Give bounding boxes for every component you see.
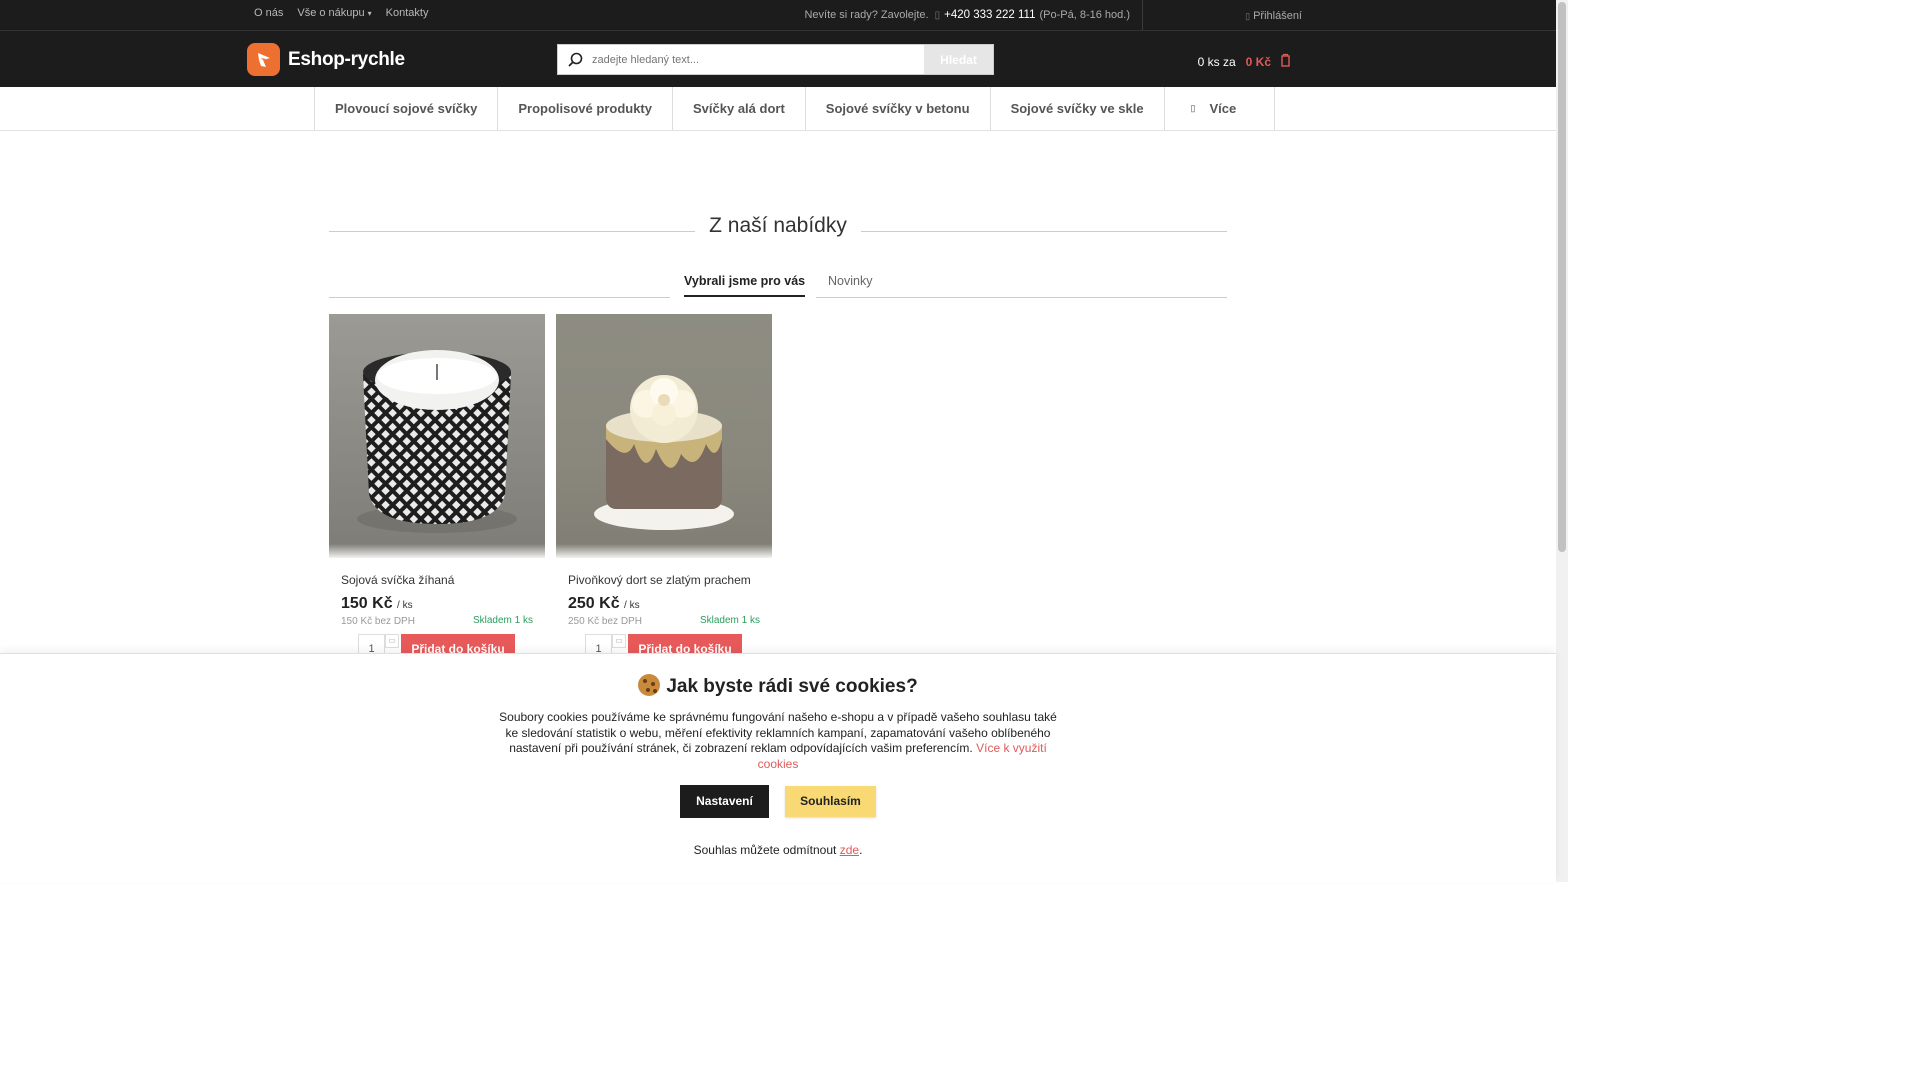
divider	[329, 297, 670, 298]
help-text: Nevíte si rady? Zavolejte.	[804, 9, 929, 21]
logo[interactable]: Eshop-rychle	[247, 43, 405, 76]
tab-new-products[interactable]: Novinky	[828, 274, 872, 288]
top-nav: O nás Vše o nákupu ▾ Kontakty	[254, 7, 428, 19]
tab-recommended[interactable]: Vybrali jsme pro vás	[684, 274, 806, 297]
scrollbar-thumb[interactable]	[1558, 2, 1566, 552]
login-link[interactable]: ▯ Přihlášení	[1245, 10, 1302, 22]
top-link-shopping-info[interactable]: Vše o nákupu ▾	[297, 7, 371, 19]
phone-number[interactable]: +420 333 222 111	[944, 9, 1035, 21]
menu-icon: ▯	[1190, 103, 1196, 113]
help-line: Nevíte si rady? Zavolejte. ▯ +420 333 222…	[804, 9, 1130, 21]
cookie-refuse-line: Souhlas můžete odmítnout zde.	[0, 843, 1556, 857]
search-icon	[558, 52, 592, 68]
stock-status: Skladem 1 ks	[699, 615, 760, 626]
product-price-novat: 150 Kč bez DPH	[341, 616, 415, 627]
search-box: Hledat	[557, 44, 994, 75]
cookie-icon	[638, 674, 661, 696]
product-card: Pivoňkový dort se zlatým prachem 250 Kč …	[556, 314, 772, 664]
cookie-consent-bar: Jak byste rádi své cookies? Soubory cook…	[0, 653, 1556, 882]
divider	[816, 297, 1227, 298]
cart-summary[interactable]: 0 ks za 0 Kč	[1198, 53, 1290, 70]
nav-item-floating-candles[interactable]: Plovoucí sojové svíčky	[315, 87, 499, 130]
product-price: 150 Kč / ks	[341, 595, 413, 613]
nav-item-more[interactable]: ▯ Více	[1165, 87, 1276, 130]
login-label: Přihlášení	[1253, 10, 1302, 22]
cart-price: 0 Kč	[1245, 54, 1271, 69]
product-price-value: 250 Kč	[568, 595, 620, 612]
cookie-text: Soubory cookies používáme ke správnému f…	[494, 710, 1062, 772]
product-price: 250 Kč / ks	[568, 595, 640, 613]
search-button[interactable]: Hledat	[924, 45, 993, 74]
nav-item-glass-candles[interactable]: Sojové svíčky ve skle	[991, 87, 1165, 130]
quantity-stepper[interactable]: ▭	[385, 634, 399, 648]
nav-item-more-label: Více	[1209, 101, 1237, 116]
main-nav: Plovoucí sojové svíčky Propolisové produ…	[314, 87, 1276, 130]
product-image[interactable]	[556, 314, 772, 558]
top-link-contacts[interactable]: Kontakty	[386, 7, 429, 19]
divider	[1142, 0, 1143, 30]
top-link-shopping-info-label: Vše o nákupu	[297, 7, 365, 19]
cart-quantity: 0 ks za	[1197, 54, 1236, 69]
section-header: Z naší nabídky	[329, 212, 1227, 240]
product-price-value: 150 Kč	[341, 595, 393, 612]
scrollbar[interactable]	[1556, 0, 1568, 882]
product-price-novat: 250 Kč bez DPH	[568, 616, 642, 627]
product-unit: / ks	[397, 600, 413, 611]
product-tabs: Vybrali jsme pro vás Novinky	[329, 272, 1227, 298]
cookie-refuse-link[interactable]: zde	[840, 843, 859, 857]
stock-status: Skladem 1 ks	[472, 615, 533, 626]
search-input[interactable]	[592, 45, 924, 74]
support-hours: (Po-Pá, 8-16 hod.)	[1039, 9, 1131, 21]
product-name[interactable]: Sojová svíčka žíhaná	[341, 573, 454, 587]
nav-item-concrete-candles[interactable]: Sojové svíčky v betonu	[806, 87, 991, 130]
header-bar: O nás Vše o nákupu ▾ Kontakty Nevíte si r…	[0, 0, 1556, 87]
chevron-down-icon: ▾	[367, 9, 372, 18]
user-icon: ▯	[1245, 11, 1251, 21]
cart-icon	[1281, 53, 1290, 70]
cookie-agree-button[interactable]: Souhlasím	[785, 786, 876, 817]
phone-icon: ▯	[934, 10, 941, 21]
product-unit: / ks	[624, 600, 640, 611]
cookie-refuse-text: Souhlas můžete odmítnout	[693, 843, 837, 857]
nav-item-cake-candles[interactable]: Svíčky alá dort	[673, 87, 806, 130]
cookie-body: Soubory cookies používáme ke správnému f…	[499, 710, 1057, 755]
section-title: Z naší nabídky	[709, 214, 847, 237]
product-name[interactable]: Pivoňkový dort se zlatým prachem	[568, 573, 751, 587]
logo-icon	[247, 43, 280, 76]
divider	[0, 30, 1556, 31]
cookie-settings-button[interactable]: Nastavení	[680, 785, 769, 818]
nav-item-propolis[interactable]: Propolisové produkty	[498, 87, 673, 130]
logo-text: Eshop-rychle	[288, 48, 405, 70]
product-card: Sojová svíčka žíhaná 150 Kč / ks 150 Kč …	[329, 314, 545, 664]
quantity-stepper[interactable]: ▭	[612, 634, 626, 648]
cookie-title: Jak byste rádi své cookies?	[0, 674, 1556, 698]
cookie-title-text: Jak byste rádi své cookies?	[666, 676, 918, 697]
divider	[0, 130, 1556, 131]
top-link-about[interactable]: O nás	[254, 7, 283, 19]
product-image[interactable]	[329, 314, 545, 558]
cookie-refuse-end: .	[859, 843, 863, 857]
